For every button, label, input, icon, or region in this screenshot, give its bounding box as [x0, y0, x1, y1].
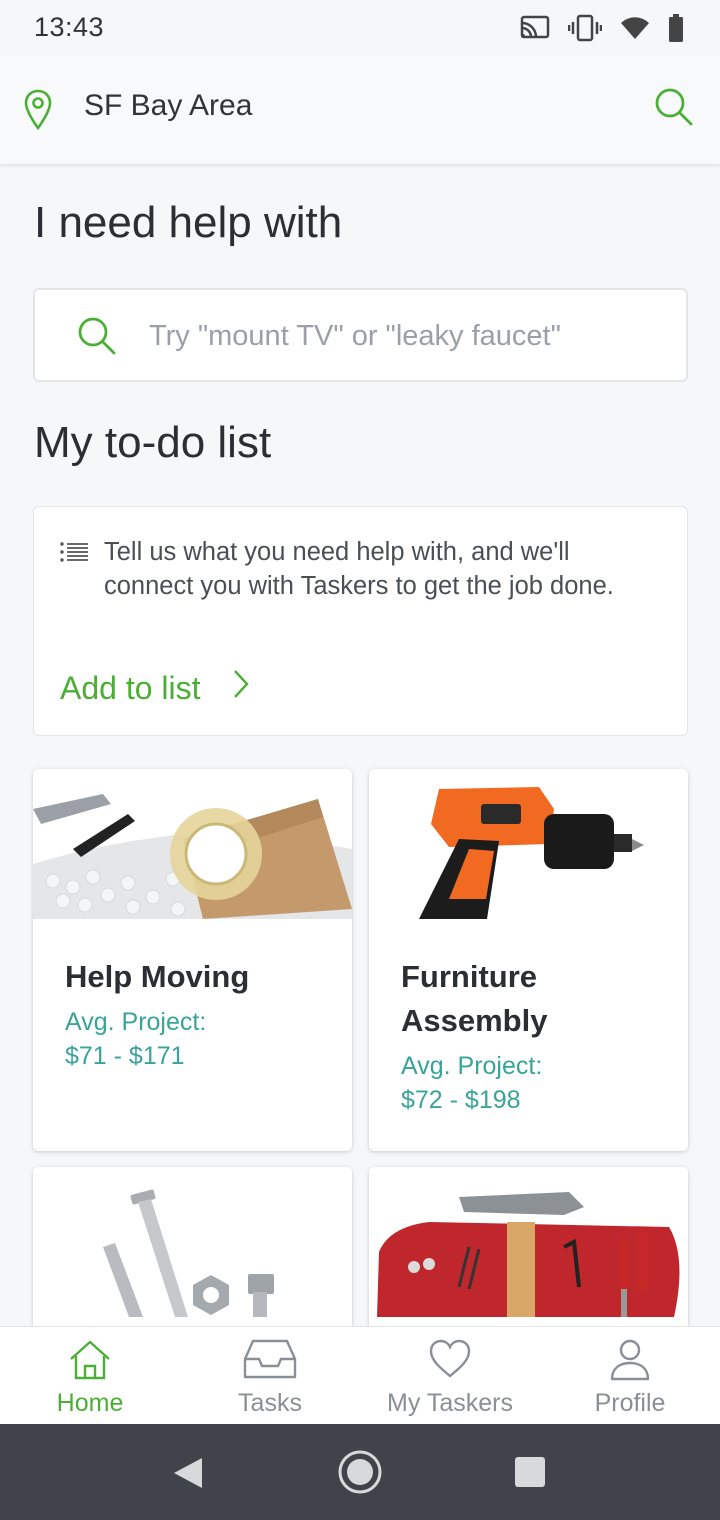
category-title: Furniture Assembly: [401, 959, 548, 1038]
nav-my-taskers-label: My Taskers: [387, 1389, 513, 1417]
search-icon: [77, 316, 117, 361]
bottom-nav: Home Tasks My Taskers Profile: [0, 1326, 720, 1424]
status-bar: 13:43: [0, 0, 720, 55]
nav-tasks-label: Tasks: [238, 1389, 302, 1417]
wifi-icon: [620, 16, 650, 40]
map-pin-icon[interactable]: [24, 89, 52, 136]
add-to-list-button[interactable]: Add to list: [60, 669, 249, 707]
todo-card: Tell us what you need help with, and we'…: [33, 506, 688, 736]
location-bar: SF Bay Area: [0, 55, 720, 165]
help-heading: I need help with: [34, 198, 343, 247]
system-nav-bar: [0, 1424, 720, 1520]
hammer-and-tools-image: [369, 1167, 688, 1317]
bolts-and-nuts-image: [33, 1167, 352, 1317]
task-search-input[interactable]: [149, 312, 669, 360]
avg-project-price: $72 - $198: [401, 1086, 521, 1114]
nav-home[interactable]: Home: [0, 1327, 180, 1424]
add-to-list-label: Add to list: [60, 669, 201, 706]
recents-icon[interactable]: [514, 1456, 546, 1493]
nav-profile[interactable]: Profile: [540, 1327, 720, 1424]
nav-tasks[interactable]: Tasks: [180, 1327, 360, 1424]
cast-icon: [520, 15, 550, 41]
person-icon: [609, 1339, 651, 1386]
avg-project-label: Avg. Project:: [401, 1052, 543, 1080]
todo-heading: My to-do list: [34, 418, 272, 467]
task-search-box[interactable]: [33, 288, 688, 382]
battery-icon: [668, 13, 684, 42]
category-card-furniture-assembly[interactable]: Furniture Assembly Avg. Project: $72 - $…: [369, 769, 688, 1151]
status-icons: [520, 13, 684, 42]
category-card-help-moving[interactable]: Help Moving Avg. Project: $71 - $171: [33, 769, 352, 1151]
nav-home-label: Home: [56, 1389, 124, 1417]
list-icon: [60, 541, 90, 568]
back-icon[interactable]: [172, 1456, 204, 1495]
home-circle-icon[interactable]: [337, 1449, 383, 1500]
nav-my-taskers[interactable]: My Taskers: [360, 1327, 540, 1424]
status-time: 13:43: [34, 12, 105, 42]
category-title: Help Moving: [65, 959, 250, 994]
todo-description: Tell us what you need help with, and we'…: [104, 538, 614, 600]
search-icon[interactable]: [654, 87, 694, 132]
location-label[interactable]: SF Bay Area: [84, 89, 252, 123]
packing-supplies-image: [33, 769, 352, 919]
inbox-icon: [243, 1339, 297, 1384]
power-drill-image: [369, 769, 688, 919]
vibrate-icon: [568, 14, 602, 42]
chevron-right-icon: [233, 669, 249, 707]
heart-icon: [429, 1339, 471, 1384]
avg-project-label: Avg. Project:: [65, 1008, 207, 1036]
nav-profile-label: Profile: [594, 1389, 666, 1417]
home-icon: [67, 1339, 113, 1386]
avg-project-price: $71 - $171: [65, 1042, 185, 1070]
